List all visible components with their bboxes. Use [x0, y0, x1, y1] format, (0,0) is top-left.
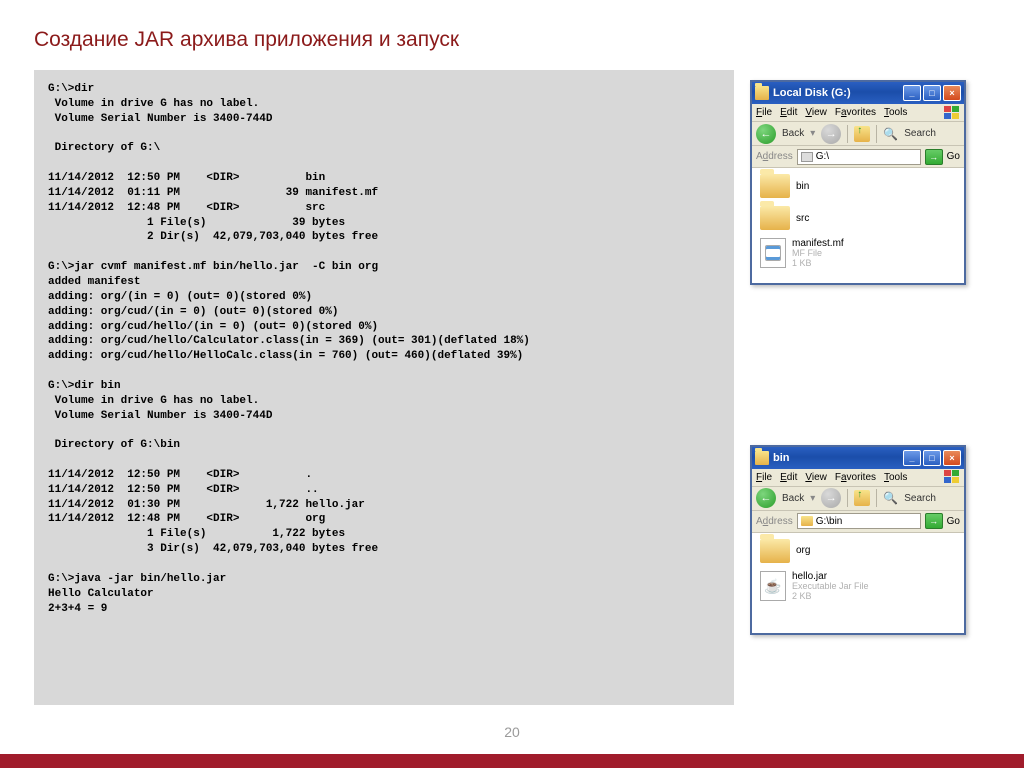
folder-icon — [760, 206, 790, 230]
address-value: G:\bin — [816, 516, 843, 527]
menu-favorites[interactable]: Favorites — [835, 472, 876, 483]
explorer-window-bin: bin _ □ × File Edit View Favorites Tools… — [750, 445, 966, 635]
menu-tools[interactable]: Tools — [884, 472, 907, 483]
menu-file[interactable]: File — [756, 107, 772, 118]
address-bar: Address G:\ → Go — [752, 146, 964, 168]
titlebar[interactable]: Local Disk (G:) _ □ × — [752, 82, 964, 104]
drive-icon — [801, 152, 813, 162]
folder-icon — [801, 516, 813, 526]
terminal-output: G:\>dir Volume in drive G has no label. … — [34, 70, 734, 705]
list-item[interactable]: bin — [760, 174, 956, 198]
up-folder-icon[interactable] — [854, 490, 870, 506]
page-number: 20 — [0, 724, 1024, 740]
minimize-button[interactable]: _ — [903, 85, 921, 101]
explorer-window-g: Local Disk (G:) _ □ × File Edit View Fav… — [750, 80, 966, 285]
menu-edit[interactable]: Edit — [780, 107, 797, 118]
disk-icon — [755, 86, 769, 100]
list-item[interactable]: org — [760, 539, 956, 563]
forward-button[interactable]: → — [821, 488, 841, 508]
file-pane: bin src manifest.mf MF File 1 KB — [752, 168, 964, 283]
go-button[interactable]: → — [925, 513, 943, 529]
go-button[interactable]: → — [925, 149, 943, 165]
titlebar[interactable]: bin _ □ × — [752, 447, 964, 469]
search-icon[interactable]: 🔍 — [883, 127, 898, 141]
file-pane: org hello.jar Executable Jar File 2 KB — [752, 533, 964, 633]
address-field[interactable]: G:\ — [797, 149, 921, 165]
forward-button[interactable]: → — [821, 124, 841, 144]
menu-favorites[interactable]: Favorites — [835, 107, 876, 118]
file-icon — [760, 238, 786, 268]
menu-edit[interactable]: Edit — [780, 472, 797, 483]
menubar: File Edit View Favorites Tools — [752, 469, 964, 487]
windows-logo-icon — [944, 470, 960, 484]
menu-view[interactable]: View — [805, 107, 827, 118]
close-button[interactable]: × — [943, 450, 961, 466]
menu-view[interactable]: View — [805, 472, 827, 483]
list-item[interactable]: src — [760, 206, 956, 230]
search-label: Search — [904, 128, 936, 139]
toolbar: ← Back ▾ → 🔍 Search — [752, 487, 964, 511]
address-label: Address — [756, 516, 793, 527]
back-label: Back — [782, 493, 804, 504]
bottom-bar — [0, 754, 1024, 768]
back-button[interactable]: ← — [756, 488, 776, 508]
search-label: Search — [904, 493, 936, 504]
menubar: File Edit View Favorites Tools — [752, 104, 964, 122]
folder-icon — [755, 451, 769, 465]
toolbar: ← Back ▾ → 🔍 Search — [752, 122, 964, 146]
page-title: Создание JAR архива приложения и запуск — [0, 0, 1024, 52]
folder-icon — [760, 539, 790, 563]
content-area: G:\>dir Volume in drive G has no label. … — [34, 70, 1024, 705]
window-title: Local Disk (G:) — [773, 87, 903, 99]
address-field[interactable]: G:\bin — [797, 513, 921, 529]
maximize-button[interactable]: □ — [923, 450, 941, 466]
maximize-button[interactable]: □ — [923, 85, 941, 101]
jar-file-icon — [760, 571, 786, 601]
explorer-sidebar: Local Disk (G:) _ □ × File Edit View Fav… — [750, 80, 966, 705]
menu-file[interactable]: File — [756, 472, 772, 483]
up-folder-icon[interactable] — [854, 126, 870, 142]
address-bar: Address G:\bin → Go — [752, 511, 964, 533]
list-item[interactable]: hello.jar Executable Jar File 2 KB — [760, 571, 956, 602]
address-label: Address — [756, 151, 793, 162]
go-label: Go — [947, 151, 960, 162]
search-icon[interactable]: 🔍 — [883, 491, 898, 505]
folder-icon — [760, 174, 790, 198]
window-title: bin — [773, 452, 903, 464]
windows-logo-icon — [944, 106, 960, 120]
address-value: G:\ — [816, 151, 829, 162]
minimize-button[interactable]: _ — [903, 450, 921, 466]
go-label: Go — [947, 516, 960, 527]
back-label: Back — [782, 128, 804, 139]
list-item[interactable]: manifest.mf MF File 1 KB — [760, 238, 956, 269]
close-button[interactable]: × — [943, 85, 961, 101]
menu-tools[interactable]: Tools — [884, 107, 907, 118]
back-button[interactable]: ← — [756, 124, 776, 144]
